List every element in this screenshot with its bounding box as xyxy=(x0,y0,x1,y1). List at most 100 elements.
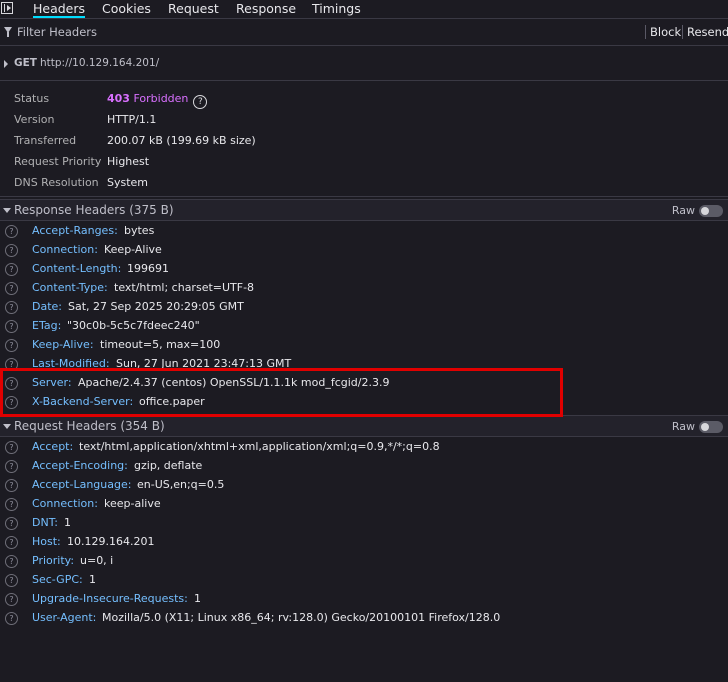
header-name: Connection xyxy=(32,243,98,256)
header-row[interactable]: ? Keep-Alive timeout=5, max=100 xyxy=(0,336,728,355)
status-text: Forbidden xyxy=(133,92,189,105)
header-value: 199691 xyxy=(127,262,169,275)
header-row[interactable]: ? Upgrade-Insecure-Requests 1 xyxy=(0,590,728,609)
header-help-icon[interactable]: ? xyxy=(5,263,18,276)
help-icon[interactable]: ? xyxy=(193,95,208,109)
response-headers-section-header[interactable]: Response Headers (375 B) Raw xyxy=(0,199,728,221)
header-row[interactable]: ? DNT 1 xyxy=(0,514,728,533)
status-value: 403 Forbidden? xyxy=(107,92,208,109)
raw-toggle[interactable] xyxy=(699,421,723,433)
status-label: Status xyxy=(14,92,50,105)
toggle-knob xyxy=(701,207,709,215)
header-help-icon[interactable]: ? xyxy=(5,358,18,371)
header-help-icon[interactable]: ? xyxy=(5,612,18,625)
header-help-icon[interactable]: ? xyxy=(5,441,18,454)
header-name: Content-Length xyxy=(32,262,121,275)
headers-toolbar: Filter Headers Block Resend xyxy=(0,19,728,46)
tab-cookies[interactable]: Cookies xyxy=(102,0,151,18)
header-row[interactable]: ? ETag "30c0b-5c5c7fdeec240" xyxy=(0,317,728,336)
tab-response[interactable]: Response xyxy=(236,0,296,18)
header-row[interactable]: ? User-Agent Mozilla/5.0 (X11; Linux x86_6… xyxy=(0,609,728,628)
response-headers-title: Response Headers (375 B) xyxy=(14,203,174,217)
header-name: Sec-GPC xyxy=(32,573,83,586)
header-row[interactable]: ? Accept text/html,application/xhtml+xml,a… xyxy=(0,438,728,457)
header-help-icon[interactable]: ? xyxy=(5,460,18,473)
request-url: http://10.129.164.201/ xyxy=(40,57,160,69)
header-name: Accept xyxy=(32,440,73,453)
priority-value: Highest xyxy=(107,155,150,168)
toolbar-divider xyxy=(645,25,646,39)
collapse-arrow-icon[interactable] xyxy=(3,208,11,213)
request-url-row[interactable]: GET http://10.129.164.201/ xyxy=(0,46,728,81)
header-value: keep-alive xyxy=(104,497,161,510)
header-row[interactable]: ? Accept-Language en-US,en;q=0.5 xyxy=(0,476,728,495)
header-row[interactable]: ? X-Backend-Server office.paper xyxy=(0,393,728,412)
header-value: "30c0b-5c5c7fdeec240" xyxy=(67,319,200,332)
header-value: en-US,en;q=0.5 xyxy=(137,478,225,491)
request-method: GET xyxy=(14,57,37,69)
filter-icon xyxy=(4,27,12,37)
header-help-icon[interactable]: ? xyxy=(5,396,18,409)
header-help-icon[interactable]: ? xyxy=(5,282,18,295)
request-summary: Status 403 Forbidden? Version HTTP/1.1 T… xyxy=(0,81,728,197)
header-value: 1 xyxy=(89,573,96,586)
resend-button[interactable]: Resend xyxy=(687,25,728,39)
priority-label: Request Priority xyxy=(14,155,102,168)
header-value: Sun, 27 Jun 2021 23:47:13 GMT xyxy=(116,357,292,370)
header-row[interactable]: ? Priority u=0, i xyxy=(0,552,728,571)
header-row[interactable]: ? Server Apache/2.4.37 (centos) OpenSSL/1.… xyxy=(0,374,728,393)
header-help-icon[interactable]: ? xyxy=(5,517,18,530)
header-name: DNT xyxy=(32,516,58,529)
header-help-icon[interactable]: ? xyxy=(5,377,18,390)
transferred-value: 200.07 kB (199.69 kB size) xyxy=(107,134,256,147)
header-help-icon[interactable]: ? xyxy=(5,339,18,352)
header-value: office.paper xyxy=(139,395,205,408)
header-name: X-Backend-Server xyxy=(32,395,133,408)
header-row[interactable]: ? Host 10.129.164.201 xyxy=(0,533,728,552)
header-row[interactable]: ? Sec-GPC 1 xyxy=(0,571,728,590)
status-badge: 403 Forbidden xyxy=(107,92,188,105)
collapse-arrow-icon[interactable] xyxy=(3,424,11,429)
header-help-icon[interactable]: ? xyxy=(5,555,18,568)
header-row[interactable]: ? Accept-Ranges bytes xyxy=(0,222,728,241)
header-row[interactable]: ? Connection Keep-Alive xyxy=(0,241,728,260)
version-label: Version xyxy=(14,113,55,126)
tab-headers[interactable]: Headers xyxy=(33,0,86,18)
header-help-icon[interactable]: ? xyxy=(5,320,18,333)
block-button[interactable]: Block xyxy=(650,25,681,39)
tab-timings[interactable]: Timings xyxy=(312,0,361,18)
transferred-label: Transferred xyxy=(14,134,77,147)
expand-arrow-icon[interactable] xyxy=(4,60,8,68)
request-headers-title: Request Headers (354 B) xyxy=(14,419,165,433)
header-name: Keep-Alive xyxy=(32,338,94,351)
raw-label: Raw xyxy=(671,204,695,217)
header-help-icon[interactable]: ? xyxy=(5,225,18,238)
details-tab-bar: Headers Cookies Request Response Timings xyxy=(0,0,728,19)
filter-headers-input[interactable]: Filter Headers xyxy=(17,25,97,39)
header-row[interactable]: ? Content-Type text/html; charset=UTF-8 xyxy=(0,279,728,298)
header-help-icon[interactable]: ? xyxy=(5,498,18,511)
header-value: gzip, deflate xyxy=(134,459,203,472)
header-help-icon[interactable]: ? xyxy=(5,244,18,257)
header-row[interactable]: ? Connection keep-alive xyxy=(0,495,728,514)
header-help-icon[interactable]: ? xyxy=(5,479,18,492)
header-value: 10.129.164.201 xyxy=(67,535,155,548)
raw-toggle[interactable] xyxy=(699,205,723,217)
toggle-knob xyxy=(701,423,709,431)
request-headers-section-header[interactable]: Request Headers (354 B) Raw xyxy=(0,415,728,437)
header-value: 1 xyxy=(64,516,71,529)
header-row[interactable]: ? Last-Modified Sun, 27 Jun 2021 23:47:13 … xyxy=(0,355,728,374)
header-name: Upgrade-Insecure-Requests xyxy=(32,592,188,605)
header-name: ETag xyxy=(32,319,61,332)
header-help-icon[interactable]: ? xyxy=(5,536,18,549)
header-help-icon[interactable]: ? xyxy=(5,574,18,587)
header-name: Host xyxy=(32,535,61,548)
header-help-icon[interactable]: ? xyxy=(5,301,18,314)
header-help-icon[interactable]: ? xyxy=(5,593,18,606)
header-row[interactable]: ? Accept-Encoding gzip, deflate xyxy=(0,457,728,476)
toggle-sidebar-icon[interactable] xyxy=(1,2,13,14)
header-row[interactable]: ? Date Sat, 27 Sep 2025 20:29:05 GMT xyxy=(0,298,728,317)
header-row[interactable]: ? Content-Length 199691 xyxy=(0,260,728,279)
tab-request[interactable]: Request xyxy=(168,0,219,18)
raw-label: Raw xyxy=(671,420,695,433)
